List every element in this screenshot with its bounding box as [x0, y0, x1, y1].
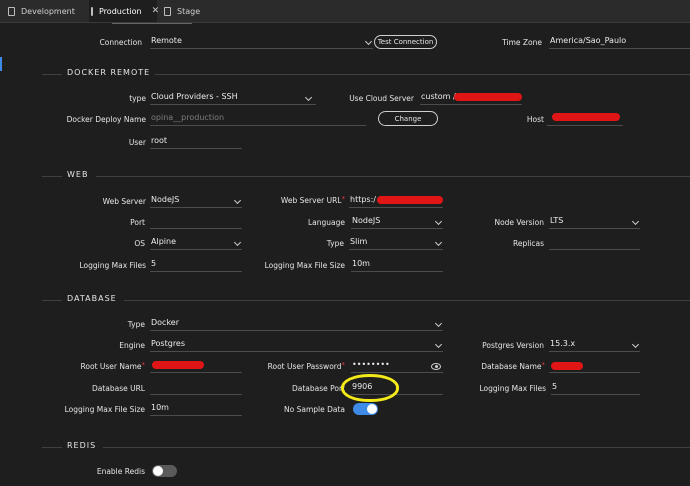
redaction-mark	[152, 361, 204, 369]
tab-label: Development	[21, 6, 75, 16]
docker-deploy-name-label: Docker Deploy Name	[66, 115, 146, 124]
section-divider	[42, 300, 62, 301]
language-select[interactable]: NodeJS	[351, 215, 443, 229]
timezone-label: Time Zone	[502, 38, 542, 47]
db-logging-max-file-size-label: Logging Max File Size	[64, 405, 145, 414]
docker-type-label: type	[129, 94, 146, 103]
toggle-knob	[367, 404, 377, 414]
section-title-docker-remote: DOCKER REMOTE	[67, 68, 151, 77]
user-label: User	[128, 138, 146, 147]
section-divider	[103, 447, 690, 448]
web-logging-max-file-size-input[interactable]: 10m	[351, 258, 443, 272]
root-user-name-label: Root User Name*	[80, 361, 146, 371]
port-label: Port	[130, 218, 145, 227]
annotation-circle	[341, 374, 399, 402]
section-divider	[42, 176, 62, 177]
section-divider	[42, 447, 62, 448]
web-server-url-label: Web Server URL*	[280, 195, 346, 205]
db-type-select[interactable]: Docker	[150, 317, 443, 331]
enable-redis-toggle[interactable]	[152, 465, 177, 477]
section-divider	[96, 176, 690, 177]
database-port-label: Database Port	[291, 384, 345, 393]
user-field[interactable]: root	[150, 135, 242, 149]
web-logging-max-files-label: Logging Max Files	[79, 261, 147, 270]
database-url-input[interactable]	[150, 381, 242, 395]
tab-label: Production	[99, 6, 142, 16]
web-type-label: Type	[326, 239, 344, 248]
redaction-mark	[551, 362, 583, 370]
docker-deploy-name-input[interactable]: opina__production	[150, 112, 366, 126]
web-logging-max-files-input[interactable]: 5	[150, 258, 242, 272]
web-type-select[interactable]: Slim	[349, 236, 443, 250]
docker-type-select[interactable]: Cloud Providers - SSH	[150, 91, 316, 105]
root-user-password-label: Root User Password*	[267, 361, 346, 371]
replicas-input[interactable]	[549, 236, 640, 250]
eye-icon[interactable]	[431, 363, 441, 370]
engine-label: Engine	[119, 341, 145, 350]
section-title-web: WEB	[67, 170, 89, 179]
test-connection-button[interactable]: Test Connection	[374, 35, 437, 49]
cut-off-field	[112, 23, 192, 27]
port-input[interactable]	[150, 215, 242, 229]
web-server-label: Web Server	[102, 197, 146, 206]
language-label: Language	[307, 218, 345, 227]
db-logging-max-file-size-input[interactable]: 10m	[150, 402, 242, 416]
tab-development[interactable]: Development	[8, 0, 88, 22]
required-mark: *	[141, 361, 146, 369]
enable-redis-label: Enable Redis	[96, 467, 145, 476]
file-icon	[91, 6, 93, 16]
os-select[interactable]: Alpine	[150, 236, 242, 250]
postgres-version-select[interactable]: 15.3.x	[549, 338, 640, 352]
node-version-label: Node Version	[494, 218, 544, 227]
tab-production[interactable]: Production ✕	[89, 0, 160, 22]
required-mark: *	[541, 361, 546, 369]
database-name-label: Database Name*	[481, 361, 546, 371]
required-mark: *	[341, 361, 346, 369]
database-url-label: Database URL	[91, 384, 145, 393]
connection-label: Connection	[99, 38, 142, 47]
section-divider	[124, 300, 690, 301]
db-type-label: Type	[127, 320, 145, 329]
web-server-select[interactable]: NodeJS	[150, 194, 242, 208]
active-indicator	[0, 57, 2, 71]
section-title-database: DATABASE	[67, 294, 117, 303]
no-sample-data-label: No Sample Data	[284, 405, 345, 414]
file-icon	[164, 6, 171, 16]
toggle-knob	[153, 466, 163, 476]
change-button[interactable]: Change	[378, 111, 438, 126]
redaction-mark	[552, 113, 620, 121]
section-divider	[42, 74, 62, 75]
tab-label: Stage	[177, 6, 201, 16]
host-label: Host	[526, 115, 544, 124]
timezone-field[interactable]: America/Sao_Paulo	[549, 35, 690, 49]
node-version-select[interactable]: LTS	[549, 215, 640, 229]
section-divider	[155, 74, 690, 75]
db-logging-max-files-label: Logging Max Files	[479, 384, 547, 393]
web-logging-max-file-size-label: Logging Max File Size	[264, 261, 345, 270]
engine-select[interactable]: Postgres	[150, 338, 443, 352]
tab-stage[interactable]: Stage	[164, 0, 224, 22]
use-cloud-server-label: Use Cloud Server	[349, 94, 414, 103]
connection-select[interactable]: Remote	[150, 35, 373, 49]
root-user-password-input[interactable]: ••••••••	[351, 359, 443, 373]
file-icon	[8, 6, 15, 16]
tab-bar: Development Production ✕ Stage	[0, 0, 690, 23]
os-label: OS	[134, 239, 145, 248]
postgres-version-label: Postgres Version	[482, 341, 544, 350]
redaction-mark	[377, 196, 443, 204]
required-mark: *	[341, 195, 346, 203]
replicas-label: Replicas	[512, 239, 544, 248]
no-sample-data-toggle[interactable]	[353, 403, 378, 415]
section-title-redis: REDIS	[67, 441, 97, 450]
redaction-mark	[454, 93, 522, 101]
db-logging-max-files-input[interactable]: 5	[551, 381, 640, 395]
close-icon[interactable]: ✕	[152, 6, 160, 16]
